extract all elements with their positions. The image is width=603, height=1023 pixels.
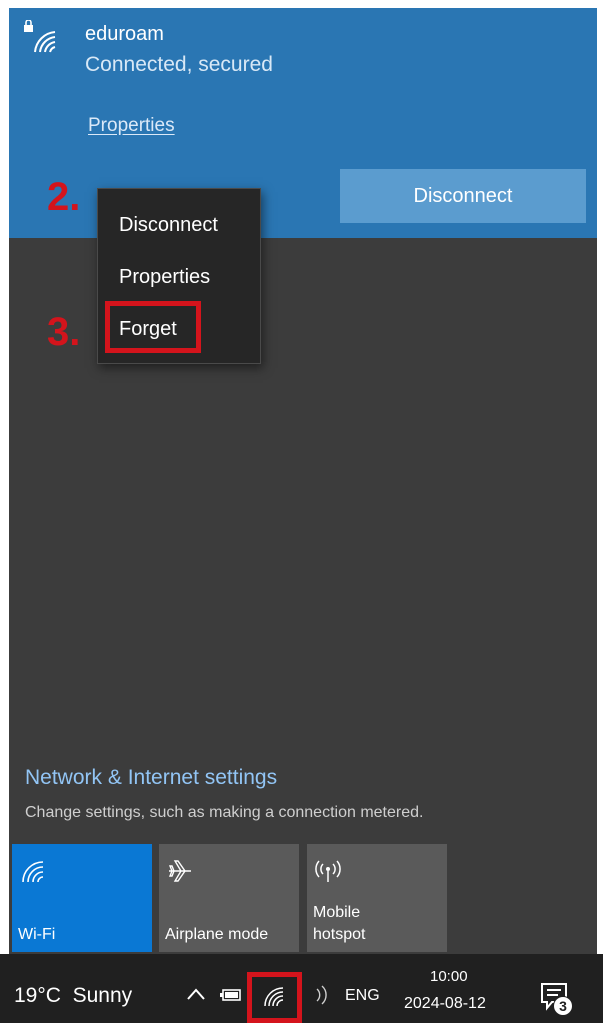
network-settings-link[interactable]: Network & Internet settings <box>25 766 277 790</box>
step-2-annotation: 2. <box>47 175 81 219</box>
menu-item-properties[interactable]: Properties <box>98 255 260 299</box>
network-name: eduroam <box>85 23 164 45</box>
quick-action-airplane-label: Airplane mode <box>165 926 269 943</box>
quick-action-mobile-hotspot[interactable]: Mobile hotspot <box>307 844 447 952</box>
disconnect-button[interactable]: Disconnect <box>340 169 586 223</box>
hotspot-icon <box>315 860 341 882</box>
wifi-secured-icon <box>24 20 56 53</box>
menu-item-disconnect[interactable]: Disconnect <box>98 203 260 247</box>
context-menu: Disconnect Properties Forget <box>97 188 261 364</box>
wifi-tray-icon[interactable] <box>263 986 285 1008</box>
airplane-icon <box>168 860 191 882</box>
network-flyout: eduroam Connected, secured Properties Di… <box>9 8 597 954</box>
clock-date[interactable]: 2024-08-12 <box>404 995 486 1013</box>
network-settings-description: Change settings, such as making a connec… <box>25 804 424 821</box>
quick-action-hotspot-label: Mobile hotspot <box>313 904 366 943</box>
quick-action-wifi[interactable]: Wi-Fi <box>12 844 152 952</box>
quick-action-wifi-label: Wi-Fi <box>18 926 56 943</box>
battery-icon[interactable] <box>220 988 242 1002</box>
quick-action-airplane-mode[interactable]: Airplane mode <box>159 844 299 952</box>
show-hidden-icons-icon[interactable] <box>186 986 206 1002</box>
properties-link[interactable]: Properties <box>88 115 175 137</box>
notification-count-badge: 3 <box>553 996 573 1016</box>
volume-icon[interactable] <box>309 984 335 1006</box>
wifi-icon <box>22 861 44 883</box>
step-3-annotation: 3. <box>47 310 81 354</box>
clock-time[interactable]: 10:00 <box>430 968 468 985</box>
highlight-box-forget <box>105 301 201 353</box>
taskbar: 19°C Sunny ENG 10:00 2024-08-12 3 <box>0 954 603 1023</box>
language-indicator[interactable]: ENG <box>345 987 380 1005</box>
network-status: Connected, secured <box>85 53 273 76</box>
weather-widget[interactable]: 19°C Sunny <box>14 984 132 1008</box>
